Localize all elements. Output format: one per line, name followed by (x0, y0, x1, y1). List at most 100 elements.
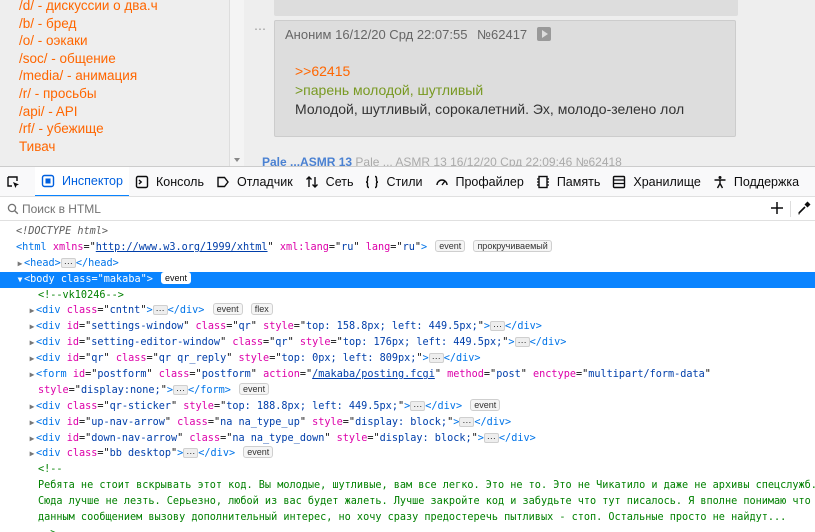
attr-value: postform (201, 369, 251, 381)
post-author: Аноним (285, 27, 332, 42)
toolbar-separator (790, 201, 791, 217)
board-link[interactable]: /o/ - оэкаки (19, 32, 229, 50)
tree-node[interactable]: <!DOCTYPE html> (0, 224, 815, 240)
board-link[interactable]: /soc/ - общение (19, 50, 229, 68)
post-number[interactable]: №62417 (477, 27, 527, 42)
collapsed-ellipsis[interactable]: ⋯ (483, 432, 499, 443)
tab-console[interactable]: Консоль (129, 167, 210, 196)
badge-прокручиваемый[interactable]: прокручиваемый (473, 239, 552, 252)
tree-node[interactable]: ▶ <div id="qr" class="qr qr_reply" style=… (0, 351, 815, 367)
attr-value: ru (341, 241, 354, 253)
tree-node[interactable]: ▶ <div class="qr-sticker" style="top: 188… (0, 398, 815, 415)
collapsed-ellipsis[interactable]: ⋯ (428, 353, 444, 364)
collapsed-ellipsis[interactable]: ⋯ (490, 321, 506, 332)
board-link[interactable]: /api/ - API (19, 103, 229, 121)
attr-value: qr (275, 337, 288, 349)
expand-arrow-icon[interactable]: ▶ (28, 303, 36, 319)
expand-arrow-icon[interactable]: ▶ (16, 256, 24, 272)
html-comment-line[interactable]: Ребята не стоит вскрывать этот код. Вы м… (0, 478, 815, 494)
collapsed-ellipsis[interactable]: ⋯ (183, 448, 199, 459)
tag-name: div (42, 321, 61, 333)
markup-punct: " (704, 369, 711, 381)
comment-text: Сюда лучше не лезть. Серьезно, любой из … (38, 496, 811, 508)
tree-node[interactable]: ▶ <div id="up-nav-arrow" class="na na_typ… (0, 415, 815, 431)
expand-arrow-icon[interactable]: ▶ (28, 446, 36, 462)
html-comment-line[interactable]: Сюда лучше не лезть. Серьезно, любой из … (0, 494, 815, 510)
element-picker-button[interactable] (0, 167, 35, 196)
badge-event[interactable]: event (212, 303, 243, 316)
expand-arrow-icon[interactable]: ▶ (28, 415, 36, 431)
badge-event[interactable]: event (470, 398, 501, 411)
html-comment-line[interactable]: --> (0, 526, 815, 532)
markup-tree[interactable]: <!DOCTYPE html> <html xmlns="http://www.w… (0, 224, 815, 532)
badge-flex[interactable]: flex (250, 303, 273, 316)
tree-node[interactable]: ▶ <head> ⋯ </head> (0, 256, 815, 272)
attr-value[interactable]: /makaba/posting.fcgi (312, 369, 435, 380)
tab-storage[interactable]: Хранилище (606, 167, 707, 196)
expand-arrow-icon[interactable]: ▶ (28, 335, 36, 351)
head-close: </head> (75, 257, 119, 269)
expand-arrow-icon[interactable]: ▶ (28, 399, 36, 415)
collapse-arrow-icon[interactable]: ▼ (16, 272, 24, 288)
expand-arrow-icon[interactable]: ▶ (28, 431, 36, 447)
tab-accessibility[interactable]: Поддержка (707, 167, 805, 196)
badge-event[interactable]: event (161, 271, 192, 284)
reply-link[interactable]: >>62415 (295, 62, 684, 81)
scroll-down-arrow-icon[interactable] (234, 158, 240, 162)
badge-event[interactable]: event (243, 446, 274, 459)
attr-name: id (66, 353, 79, 365)
expand-arrow-icon[interactable]: ▶ (28, 319, 36, 335)
style-editor-icon (366, 175, 379, 188)
tab-inspector[interactable]: Инспектор (35, 167, 129, 196)
attr-value: na na_type_down (232, 432, 325, 444)
badge-event[interactable]: event (435, 239, 466, 252)
markup-punct: " (146, 369, 153, 381)
tab-memory[interactable]: Память (530, 167, 607, 196)
tree-node[interactable]: ▶ <div id="down-nav-arrow" class="na na_t… (0, 431, 815, 447)
collapsed-ellipsis[interactable]: ⋯ (172, 384, 188, 395)
tab-style-editor[interactable]: Стили (359, 167, 428, 196)
collapsed-ellipsis[interactable]: ⋯ (152, 305, 168, 316)
sidebar-scrollbar[interactable] (230, 0, 244, 166)
greentext-quote: >парень молодой, шутливый (295, 82, 484, 98)
tab-network[interactable]: Сеть (299, 167, 360, 196)
tree-node[interactable]: style="display:none;"> ⋯ </form> event (0, 382, 815, 399)
tree-node[interactable]: ▶ <div id="setting-editor-window" class="… (0, 335, 815, 351)
board-list: /d/ - дискуссии о два.ч/b/ - бред/o/ - о… (0, 0, 229, 155)
attr-value[interactable]: http://www.w3.org/1999/xhtml (96, 242, 268, 253)
html-search-input[interactable] (22, 201, 622, 216)
expand-arrow-icon[interactable]: ▶ (28, 367, 36, 383)
html-comment-line[interactable]: данным сообщением вызову дополнительный … (0, 510, 815, 526)
tree-node[interactable]: ▶ <div class="bb desktop"> ⋯ </div> event (0, 446, 815, 462)
selected-node[interactable]: ▼ <body class="makaba"> event (0, 271, 815, 288)
tag-name: div (517, 321, 536, 333)
collapsed-ellipsis[interactable]: ⋯ (459, 416, 475, 427)
board-link[interactable]: /d/ - дискуссии о два.ч (19, 0, 229, 15)
tree-node[interactable]: ▶ <form id="postform" class="postform" ac… (0, 367, 815, 383)
play-icon[interactable] (536, 27, 551, 41)
markup-punct: =" (220, 432, 233, 444)
board-link[interactable]: /media/ - анимация (19, 67, 229, 85)
collapsed-ellipsis[interactable]: ⋯ (60, 257, 76, 268)
post-dots-icon[interactable]: ⋯ (254, 22, 267, 36)
add-node-icon[interactable] (768, 199, 786, 217)
comment-text: данным сообщением вызову дополнительный … (38, 512, 787, 524)
tab-debugger[interactable]: Отладчик (210, 167, 299, 196)
tab-performance[interactable]: Профайлер (429, 167, 530, 196)
expand-arrow-icon[interactable]: ▶ (28, 351, 36, 367)
eyedropper-icon[interactable] (796, 200, 812, 216)
badge-event[interactable]: event (239, 382, 270, 395)
tree-node[interactable]: <html xmlns="http://www.w3.org/1999/xhtm… (0, 239, 815, 256)
collapsed-ellipsis[interactable]: ⋯ (514, 337, 530, 348)
tree-node[interactable]: ▶ <div id="settings-window" class="qr" st… (0, 319, 815, 335)
tree-node[interactable]: <!--vk10246--> (0, 288, 815, 304)
attr-name: style (312, 416, 343, 428)
board-link[interactable]: /b/ - бред (19, 15, 229, 33)
tree-node[interactable]: ▶ <div class="cntnt"> ⋯ </div> event flex (0, 303, 815, 319)
collapsed-ellipsis[interactable]: ⋯ (410, 400, 426, 411)
board-link[interactable]: Тивач (19, 138, 229, 156)
board-link[interactable]: /r/ - просьбы (19, 85, 229, 103)
html-comment-line[interactable]: <!-- (0, 462, 815, 478)
tab-label: Профайлер (455, 174, 524, 189)
board-link[interactable]: /rf/ - убежище (19, 120, 229, 138)
